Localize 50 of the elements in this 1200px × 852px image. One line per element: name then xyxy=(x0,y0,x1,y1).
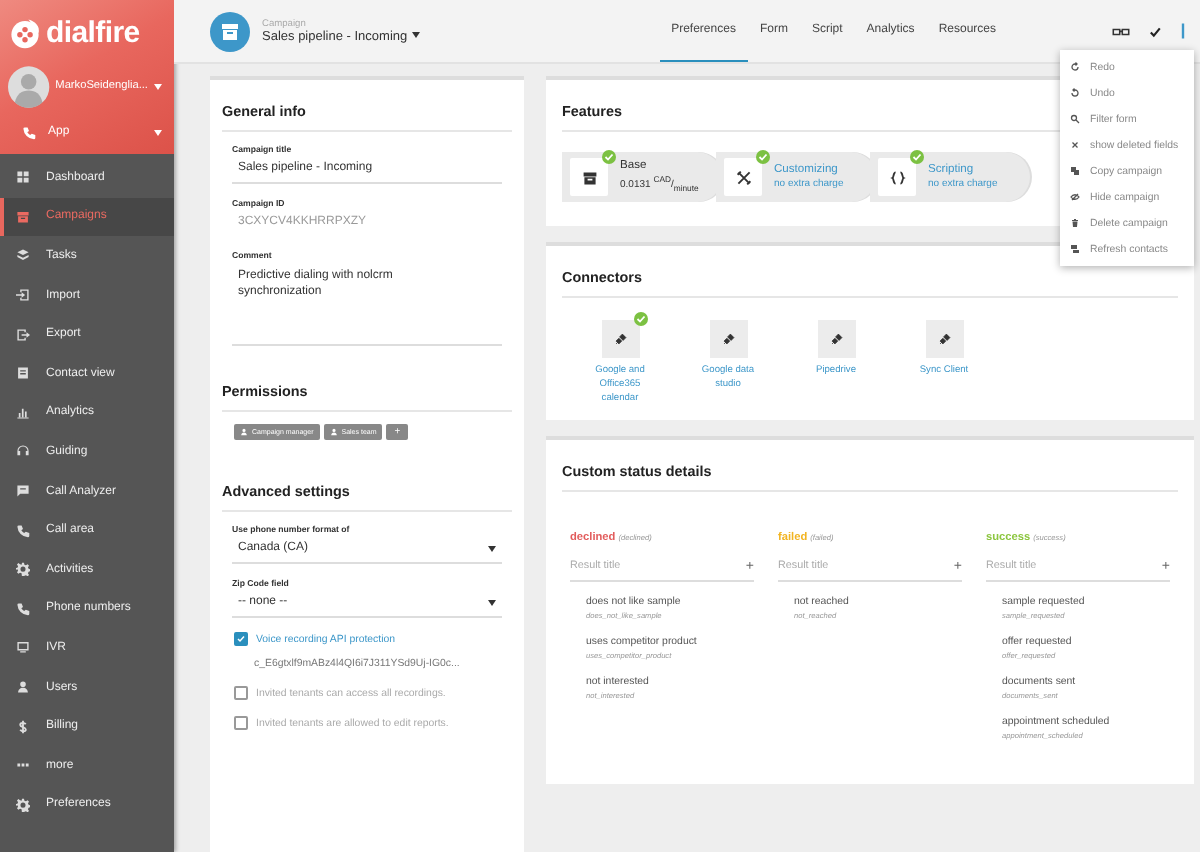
checkbox[interactable] xyxy=(234,716,248,730)
more-vertical-icon[interactable] xyxy=(1180,22,1186,40)
caret-icon xyxy=(154,83,162,89)
plug-icon xyxy=(829,332,843,346)
avatar-icon xyxy=(8,63,50,109)
bar-chart-icon xyxy=(16,405,30,420)
glasses-icon[interactable] xyxy=(1112,25,1130,37)
check-badge-icon xyxy=(633,312,647,326)
gear-icon xyxy=(16,797,30,812)
plug-icon xyxy=(613,332,627,346)
card-icon xyxy=(16,366,30,381)
caret-icon xyxy=(154,129,162,135)
connector-tile[interactable] xyxy=(925,320,963,358)
trash-icon xyxy=(1070,218,1080,228)
eye-slash-icon xyxy=(1070,192,1080,202)
person-icon xyxy=(329,428,338,436)
person-icon xyxy=(16,680,30,695)
refresh-icon xyxy=(1070,244,1080,254)
braces-icon xyxy=(889,169,905,185)
checkbox[interactable] xyxy=(234,686,248,700)
copy-icon xyxy=(1070,166,1080,176)
check-icon[interactable] xyxy=(1146,25,1164,37)
plug-icon xyxy=(721,332,735,346)
phone-icon xyxy=(16,601,30,616)
connector-tile[interactable] xyxy=(709,320,747,358)
logo-icon xyxy=(8,15,42,49)
plug-icon xyxy=(937,332,951,346)
brand-name: dialfire xyxy=(46,15,140,49)
search-icon xyxy=(1070,114,1080,124)
close-icon xyxy=(1070,140,1080,150)
redo-icon xyxy=(1070,62,1080,72)
connector-tile[interactable] xyxy=(817,320,855,358)
person-icon xyxy=(240,428,248,436)
checkbox[interactable] xyxy=(234,632,248,646)
tools-icon xyxy=(735,169,751,185)
headset-icon xyxy=(16,444,30,459)
screen-icon xyxy=(16,640,30,655)
archive-box-icon xyxy=(16,209,30,224)
phone-icon xyxy=(22,125,36,139)
grid-icon xyxy=(16,170,30,185)
import-icon xyxy=(16,288,30,303)
dollar-icon xyxy=(16,719,30,734)
archive-box-icon xyxy=(581,169,597,185)
undo-icon xyxy=(1070,88,1080,98)
gear-icon xyxy=(16,562,30,577)
phone-icon xyxy=(16,523,30,538)
export-icon xyxy=(16,327,30,342)
stack-icon xyxy=(16,248,30,263)
chat-icon xyxy=(16,484,30,499)
campaign-icon xyxy=(210,11,250,51)
